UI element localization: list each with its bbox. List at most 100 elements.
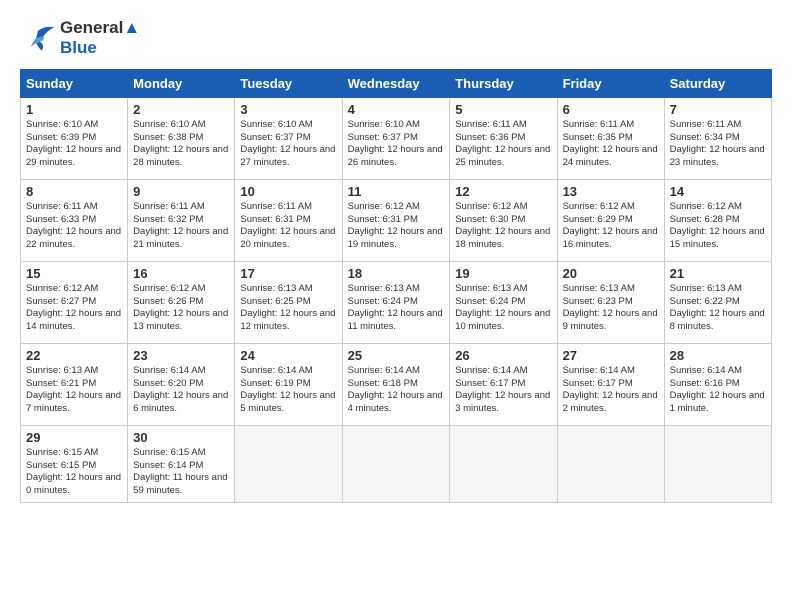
calendar-day-cell: 2 Sunrise: 6:10 AMSunset: 6:38 PMDaylight… <box>128 97 235 179</box>
day-number: 9 <box>133 184 229 199</box>
calendar-day-cell: 22Sunrise: 6:13 AMSunset: 6:21 PMDayligh… <box>21 343 128 425</box>
day-details: Sunrise: 6:10 AMSunset: 6:39 PMDaylight:… <box>26 119 121 168</box>
calendar-week-row: 15Sunrise: 6:12 AMSunset: 6:27 PMDayligh… <box>21 261 772 343</box>
logo-text: General▲ Blue <box>60 18 140 59</box>
calendar-day-cell: 30 Sunrise: 6:15 AMSunset: 6:14 PMDayligh… <box>128 425 235 502</box>
calendar-day-cell: 26 Sunrise: 6:14 AMSunset: 6:17 PMDayligh… <box>450 343 557 425</box>
calendar-day-cell: 11Sunrise: 6:12 AMSunset: 6:31 PMDayligh… <box>342 179 450 261</box>
day-number: 6 <box>563 102 659 117</box>
calendar-day-cell: 4 Sunrise: 6:10 AMSunset: 6:37 PMDaylight… <box>342 97 450 179</box>
day-number: 12 <box>455 184 551 199</box>
calendar-day-cell: 16 Sunrise: 6:12 AMSunset: 6:26 PMDayligh… <box>128 261 235 343</box>
calendar-day-cell: 20 Sunrise: 6:13 AMSunset: 6:23 PMDayligh… <box>557 261 664 343</box>
calendar-day-cell: 21 Sunrise: 6:13 AMSunset: 6:22 PMDayligh… <box>664 261 771 343</box>
header: General▲ Blue <box>20 18 772 59</box>
day-details: Sunrise: 6:10 AMSunset: 6:37 PMDaylight:… <box>240 119 335 168</box>
weekday-header: Tuesday <box>235 69 342 97</box>
day-details: Sunrise: 6:10 AMSunset: 6:38 PMDaylight:… <box>133 119 228 168</box>
calendar-day-cell: 9 Sunrise: 6:11 AMSunset: 6:32 PMDaylight… <box>128 179 235 261</box>
calendar-day-cell: 19 Sunrise: 6:13 AMSunset: 6:24 PMDayligh… <box>450 261 557 343</box>
day-number: 2 <box>133 102 229 117</box>
day-number: 5 <box>455 102 551 117</box>
day-number: 3 <box>240 102 336 117</box>
weekday-header-row: SundayMondayTuesdayWednesdayThursdayFrid… <box>21 69 772 97</box>
day-details: Sunrise: 6:12 AMSunset: 6:31 PMDaylight:… <box>348 201 443 250</box>
calendar-week-row: 1Sunrise: 6:10 AMSunset: 6:39 PMDaylight… <box>21 97 772 179</box>
calendar-table: SundayMondayTuesdayWednesdayThursdayFrid… <box>20 69 772 503</box>
day-number: 28 <box>670 348 766 363</box>
day-details: Sunrise: 6:13 AMSunset: 6:23 PMDaylight:… <box>563 283 658 332</box>
calendar-day-cell: 8 Sunrise: 6:11 AMSunset: 6:33 PMDaylight… <box>21 179 128 261</box>
weekday-header: Sunday <box>21 69 128 97</box>
day-details: Sunrise: 6:11 AMSunset: 6:32 PMDaylight:… <box>133 201 228 250</box>
calendar-day-cell: 14 Sunrise: 6:12 AMSunset: 6:28 PMDayligh… <box>664 179 771 261</box>
logo: General▲ Blue <box>20 18 140 59</box>
day-number: 7 <box>670 102 766 117</box>
weekday-header: Wednesday <box>342 69 450 97</box>
calendar-day-cell: 29Sunrise: 6:15 AMSunset: 6:15 PMDayligh… <box>21 425 128 502</box>
calendar-day-cell: 5Sunrise: 6:11 AMSunset: 6:36 PMDaylight… <box>450 97 557 179</box>
day-details: Sunrise: 6:15 AMSunset: 6:15 PMDaylight:… <box>26 447 121 496</box>
calendar-day-cell: 3 Sunrise: 6:10 AMSunset: 6:37 PMDaylight… <box>235 97 342 179</box>
day-number: 17 <box>240 266 336 281</box>
day-number: 13 <box>563 184 659 199</box>
day-details: Sunrise: 6:11 AMSunset: 6:31 PMDaylight:… <box>240 201 335 250</box>
day-details: Sunrise: 6:13 AMSunset: 6:25 PMDaylight:… <box>240 283 335 332</box>
weekday-header: Friday <box>557 69 664 97</box>
logo-icon <box>20 23 56 53</box>
calendar-day-cell: 1Sunrise: 6:10 AMSunset: 6:39 PMDaylight… <box>21 97 128 179</box>
calendar-day-cell: 12 Sunrise: 6:12 AMSunset: 6:30 PMDayligh… <box>450 179 557 261</box>
calendar-day-cell: 24 Sunrise: 6:14 AMSunset: 6:19 PMDayligh… <box>235 343 342 425</box>
day-details: Sunrise: 6:12 AMSunset: 6:29 PMDaylight:… <box>563 201 658 250</box>
day-number: 10 <box>240 184 336 199</box>
day-details: Sunrise: 6:11 AMSunset: 6:34 PMDaylight:… <box>670 119 765 168</box>
day-details: Sunrise: 6:13 AMSunset: 6:21 PMDaylight:… <box>26 365 121 414</box>
day-number: 21 <box>670 266 766 281</box>
day-details: Sunrise: 6:13 AMSunset: 6:24 PMDaylight:… <box>348 283 443 332</box>
calendar-week-row: 29Sunrise: 6:15 AMSunset: 6:15 PMDayligh… <box>21 425 772 502</box>
calendar-day-cell: 7 Sunrise: 6:11 AMSunset: 6:34 PMDaylight… <box>664 97 771 179</box>
weekday-header: Thursday <box>450 69 557 97</box>
day-details: Sunrise: 6:12 AMSunset: 6:28 PMDaylight:… <box>670 201 765 250</box>
calendar-day-cell: 18 Sunrise: 6:13 AMSunset: 6:24 PMDayligh… <box>342 261 450 343</box>
calendar-day-cell: 17 Sunrise: 6:13 AMSunset: 6:25 PMDayligh… <box>235 261 342 343</box>
day-details: Sunrise: 6:13 AMSunset: 6:24 PMDaylight:… <box>455 283 550 332</box>
day-details: Sunrise: 6:14 AMSunset: 6:16 PMDaylight:… <box>670 365 765 414</box>
day-details: Sunrise: 6:14 AMSunset: 6:17 PMDaylight:… <box>563 365 658 414</box>
day-details: Sunrise: 6:13 AMSunset: 6:22 PMDaylight:… <box>670 283 765 332</box>
calendar-day-cell: 10 Sunrise: 6:11 AMSunset: 6:31 PMDayligh… <box>235 179 342 261</box>
calendar-day-cell: 13 Sunrise: 6:12 AMSunset: 6:29 PMDayligh… <box>557 179 664 261</box>
day-details: Sunrise: 6:14 AMSunset: 6:20 PMDaylight:… <box>133 365 228 414</box>
day-number: 23 <box>133 348 229 363</box>
day-number: 24 <box>240 348 336 363</box>
day-number: 25 <box>348 348 445 363</box>
calendar-day-cell: 23 Sunrise: 6:14 AMSunset: 6:20 PMDayligh… <box>128 343 235 425</box>
day-details: Sunrise: 6:12 AMSunset: 6:26 PMDaylight:… <box>133 283 228 332</box>
calendar-day-cell <box>235 425 342 502</box>
calendar-week-row: 8 Sunrise: 6:11 AMSunset: 6:33 PMDaylight… <box>21 179 772 261</box>
day-details: Sunrise: 6:12 AMSunset: 6:30 PMDaylight:… <box>455 201 550 250</box>
day-number: 20 <box>563 266 659 281</box>
day-details: Sunrise: 6:11 AMSunset: 6:33 PMDaylight:… <box>26 201 121 250</box>
day-details: Sunrise: 6:10 AMSunset: 6:37 PMDaylight:… <box>348 119 443 168</box>
day-number: 18 <box>348 266 445 281</box>
day-details: Sunrise: 6:15 AMSunset: 6:14 PMDaylight:… <box>133 447 227 496</box>
calendar-week-row: 22Sunrise: 6:13 AMSunset: 6:21 PMDayligh… <box>21 343 772 425</box>
day-number: 14 <box>670 184 766 199</box>
day-details: Sunrise: 6:14 AMSunset: 6:18 PMDaylight:… <box>348 365 443 414</box>
calendar-day-cell: 28 Sunrise: 6:14 AMSunset: 6:16 PMDayligh… <box>664 343 771 425</box>
calendar-day-cell <box>664 425 771 502</box>
day-number: 15 <box>26 266 122 281</box>
day-number: 8 <box>26 184 122 199</box>
day-details: Sunrise: 6:14 AMSunset: 6:19 PMDaylight:… <box>240 365 335 414</box>
day-number: 4 <box>348 102 445 117</box>
day-number: 26 <box>455 348 551 363</box>
day-details: Sunrise: 6:14 AMSunset: 6:17 PMDaylight:… <box>455 365 550 414</box>
day-number: 16 <box>133 266 229 281</box>
calendar-day-cell: 15Sunrise: 6:12 AMSunset: 6:27 PMDayligh… <box>21 261 128 343</box>
day-number: 19 <box>455 266 551 281</box>
day-number: 30 <box>133 430 229 445</box>
weekday-header: Saturday <box>664 69 771 97</box>
calendar-day-cell <box>342 425 450 502</box>
main-container: General▲ Blue SundayMondayTuesdayWednesd… <box>0 0 792 513</box>
